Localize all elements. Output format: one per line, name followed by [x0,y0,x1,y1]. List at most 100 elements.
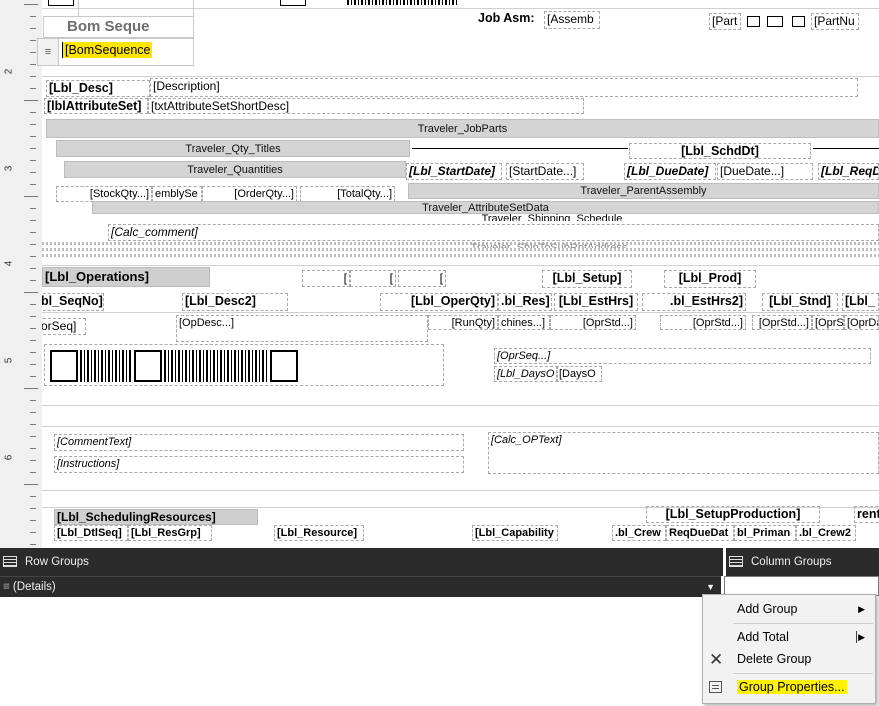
ruler-tick [30,76,36,77]
ruler-tick [24,4,38,5]
days-out-field[interactable]: [DaysO [556,366,602,382]
ruler-label: 5 [3,357,15,364]
bracket-field[interactable]: [ [302,270,350,287]
run-qty-field[interactable]: [RunQty] [428,315,498,330]
lbl-crew-field[interactable]: .bl_Crew [612,525,666,541]
comment-text-field[interactable]: [CommentText] [54,434,464,451]
lbl-operations-field[interactable]: [Lbl_Operations] [42,267,210,287]
lbl-days-out-field[interactable]: [Lbl_DaysO [494,366,558,382]
traveler-shipping-schedule-subreport[interactable]: Traveler_Shipping_Schedule [452,213,652,221]
lbl-dtl-seq-field[interactable]: [Lbl_DtlSeq] [54,525,128,541]
tablix-header-cell[interactable]: Bom Seque [43,16,194,38]
ruler-tick [30,304,36,305]
traveler-quantities-subreport[interactable]: Traveler_Quantities [64,161,406,178]
attribute-set-desc-field[interactable]: [txtAttributeSetShortDesc] [148,98,584,114]
ruler-tick [30,112,36,113]
tablix-top-cell[interactable] [78,0,194,16]
machines-field[interactable]: chines...] [498,315,550,330]
lbl-oper-qty-field[interactable]: [Lbl_OperQty] [380,293,498,311]
ruler-tick [30,400,36,401]
calc-op-text-field[interactable]: [Calc_OPText] [488,432,879,474]
lbl-req-field[interactable]: [Lbl_ReqD [818,163,879,180]
req-due-date-field[interactable]: ReqDueDat [666,525,734,541]
menu-item-group-properties[interactable]: Group Properties... [703,676,875,698]
checkbox-box [280,0,306,6]
stock-qty-field[interactable]: [StockQty...] [56,186,152,202]
lbl-desc2-field[interactable]: [Lbl_Desc2] [182,293,288,311]
column-groups-label: Column Groups [751,556,832,568]
traveler-parent-assembly-subreport[interactable]: Traveler_ParentAssembly [408,183,879,199]
opr-date-field[interactable]: [OprDa [844,315,879,330]
lbl-est-hrs2-field[interactable]: .bl_EstHrs2] [642,293,746,311]
job-asm-label[interactable]: Job Asm: [476,11,542,29]
checkbox-box [767,16,783,27]
report-design-surface[interactable]: Job Asm: [Assemb [Part [PartNu [Lbl_Desc… [42,0,879,548]
calc-comment-field[interactable]: [Calc_comment] [108,224,879,241]
lbl-setup-production-field[interactable]: [Lbl_SetupProduction] [646,506,820,523]
ruler-tick [30,412,36,413]
start-date-field[interactable]: [StartDate...] [506,163,584,180]
opr-std-field[interactable]: [OprStd...] [660,315,746,330]
ruler-tick [30,280,36,281]
lbl-prod-field[interactable]: [Lbl_Prod] [664,270,756,288]
opr-std-field[interactable]: [OprStd...] [752,315,812,330]
ruler-tick [30,88,36,89]
lbl-res-grp-field[interactable]: [Lbl_ResGrp] [128,525,212,541]
menu-item-add-total[interactable]: Add Total ▶ [703,626,875,648]
column-groups-header: Column Groups [726,548,879,576]
ruler-tick [30,64,36,65]
assembly-seq-field[interactable]: emblySe [152,186,202,202]
op-desc-field[interactable]: [OpDesc...] [176,315,428,342]
ruler-tick [30,508,36,509]
lbl-desc-field[interactable]: [Lbl_Desc] [46,80,150,97]
bom-sequence-field[interactable]: [BomSequence [62,42,153,58]
properties-icon [709,681,722,693]
ruler-tick [30,352,36,353]
lbl-scheduling-resources-field[interactable]: [Lbl_SchedulingResources] [54,509,258,525]
lbl-start-date-field[interactable]: [Lbl_StartDate] [406,163,502,180]
opr-seq-field[interactable]: orSeq] [42,318,86,335]
lbl-attribute-set-field[interactable]: [lblAttributeSet] [44,98,148,114]
traveler-qty-titles-subreport[interactable]: Traveler_Qty_Titles [56,140,410,157]
order-qty-field[interactable]: [OrderQty...] [202,186,297,202]
lbl-schd-dt-field[interactable]: [Lbl_SchdDt] [629,143,811,159]
lbl-res-field[interactable]: .bl_Res] [498,293,552,311]
due-date-field[interactable]: [DueDate...] [717,163,813,180]
group-context-menu: Add Group ▶ Add Total ▶ ✕ Delete Group G… [702,594,876,704]
instructions-field[interactable]: [Instructions] [54,456,464,473]
details-group-item[interactable]: ≡ (Details) ▼ [0,576,721,597]
ruler-tick [24,196,38,197]
menu-item-delete-group[interactable]: ✕ Delete Group [703,648,875,670]
add-total-label: Add Total [737,630,789,644]
part-number-field[interactable]: [PartNu [811,13,859,30]
menu-item-add-group[interactable]: Add Group ▶ [703,598,875,620]
lbl-seq-no-field[interactable]: bl_SeqNo] [42,293,104,311]
column-groups-area[interactable] [724,576,879,596]
total-qty-field[interactable]: [TotalQty...] [300,186,395,202]
lbl-stnd-field[interactable]: [Lbl_Stnd] [762,293,838,311]
bracket-field[interactable]: [ [398,270,446,287]
ruler-tick [30,148,36,149]
lbl-capability-field[interactable]: [Lbl_Capability [472,525,558,541]
tablix-selected-cell[interactable]: [BomSequence [58,38,194,66]
lbl-truncated-field[interactable]: [Lbl_ [842,293,879,311]
lbl-crew2-field[interactable]: .bl_Crew2 [796,525,856,541]
assemb-field[interactable]: [Assemb [544,11,600,29]
ruler-tick [30,268,36,269]
lbl-est-hrs-field[interactable]: [Lbl_EstHrs] [554,293,638,311]
lbl-due-date-field[interactable]: [Lbl_DueDate] [624,163,716,180]
lbl-resource-field[interactable]: [Lbl_Resource] [274,525,364,541]
traveler-job-parts-subreport[interactable]: Traveler_JobParts [46,119,879,138]
lbl-setup-field[interactable]: [Lbl_Setup] [542,270,632,288]
opr-std-field[interactable]: [OprStd...] [550,315,636,330]
ruler-tick [30,52,36,53]
opr-s-field[interactable]: [OprS [812,315,844,330]
description-field[interactable]: [Description] [150,78,858,97]
lbl-primary-field[interactable]: bl_Priman [734,525,796,541]
rent-field[interactable]: rent [854,506,879,523]
bracket-field[interactable]: [ [350,270,396,287]
part-field[interactable]: [Part [709,13,741,30]
ruler-tick [30,28,36,29]
opr-seq-italic-field[interactable]: [OprSeq...] [494,348,871,364]
row-handle-icon[interactable]: ≡ [37,38,59,66]
